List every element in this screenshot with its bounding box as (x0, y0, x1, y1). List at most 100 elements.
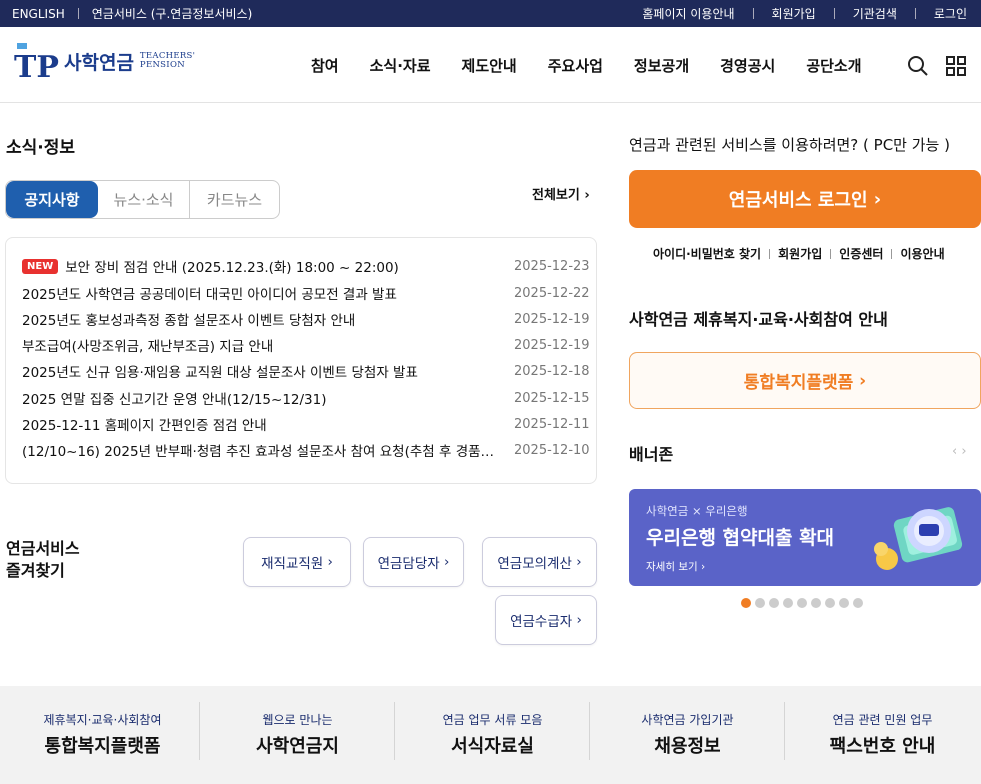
banner-zone-title: 배너존 (629, 445, 674, 464)
cert-center-link[interactable]: 인증센터 (839, 245, 883, 262)
banner-pagination (741, 598, 867, 608)
list-item[interactable]: 2025 연말 집중 신고기간 운영 안내(12/15~12/31) 2025-… (22, 388, 590, 409)
notice-title: 2025년도 사학연금 공공데이터 대국민 아이디어 공모전 결과 발표 (22, 287, 397, 303)
pagination-dot[interactable] (811, 598, 821, 608)
quick-links-bar: 제휴복지·교육·사회참여 통합복지플랫폼 웹으로 만나는 사학연금지 연금 업무… (0, 686, 981, 784)
quick-link-sub: 웹으로 만나는 (262, 713, 333, 727)
notice-date: 2025-12-23 (514, 258, 590, 274)
notice-date: 2025-12-19 (514, 337, 590, 353)
signup-sublink[interactable]: 회원가입 (778, 245, 822, 262)
favorites-title-line2: 즐겨찾기 (6, 561, 65, 580)
list-item[interactable]: (12/10~16) 2025년 반부패·청렴 추진 효과성 설문조사 참여 요… (22, 440, 590, 461)
quick-link-welfare[interactable]: 제휴복지·교육·사회참여 통합복지플랫폼 (5, 702, 200, 760)
nav-main-business[interactable]: 주요사업 (548, 55, 603, 76)
fav-button-label: 연금모의계산 (497, 556, 572, 572)
login-button-label: 연금서비스 로그인 (728, 190, 868, 211)
list-item[interactable]: 2025년도 신규 임용·재임용 교직원 대상 설문조사 이벤트 당첨자 발표 … (22, 361, 590, 382)
list-item[interactable]: 2025년도 홍보성과측정 종합 설문조사 이벤트 당첨자 안내 2025-12… (22, 309, 590, 330)
banner-arrows: ‹ › (952, 444, 967, 459)
promo-banner[interactable]: 사학연금 × 우리은행 우리은행 협약대출 확대 자세히 보기 › (629, 489, 981, 586)
divider (891, 248, 893, 259)
quick-link-sub: 제휴복지·교육·사회참여 (43, 713, 162, 727)
signup-link[interactable]: 회원가입 (772, 5, 816, 22)
utility-bar: ENGLISH 연금서비스 (구.연금정보서비스) 홈페이지 이용안내 회원가입… (0, 0, 981, 27)
pagination-dot[interactable] (783, 598, 793, 608)
divider (752, 8, 754, 19)
divider (914, 8, 916, 19)
login-link[interactable]: 로그인 (934, 5, 967, 22)
search-icon[interactable] (907, 55, 929, 81)
pension-service-link[interactable]: 연금서비스 (구.연금정보서비스) (92, 5, 253, 22)
favorites-title: 연금서비스 즐겨찾기 (6, 538, 80, 582)
tab-notice[interactable]: 공지사항 (6, 181, 98, 218)
chevron-right-icon[interactable]: › (961, 444, 966, 459)
pagination-dot[interactable] (755, 598, 765, 608)
nav-info-disclosure[interactable]: 정보공개 (634, 55, 689, 76)
banner-more-link[interactable]: 자세히 보기 › (646, 559, 705, 574)
notice-date: 2025-12-19 (514, 311, 590, 327)
chevron-right-icon: › (584, 188, 590, 203)
tab-news[interactable]: 뉴스·소식 (98, 181, 190, 218)
nav-system-guide[interactable]: 제도안내 (462, 55, 517, 76)
chevron-right-icon: › (572, 612, 582, 628)
logo-mark-text: TP (14, 50, 59, 81)
welfare-section-title: 사학연금 제휴복지·교육·사회참여 안내 (629, 310, 888, 329)
nav-about[interactable]: 공단소개 (806, 55, 861, 76)
divider (833, 8, 835, 19)
site-header: TP 사학연금 TEACHERS' PENSION 참여 소식·자료 제도안내 … (0, 27, 981, 103)
fav-pension-manager-button[interactable]: 연금담당자 › (363, 537, 464, 587)
welfare-button-label: 통합복지플랫폼 (743, 373, 854, 393)
list-item[interactable]: 2025년도 사학연금 공공데이터 대국민 아이디어 공모전 결과 발표 202… (22, 283, 590, 304)
news-section-title: 소식·정보 (6, 138, 76, 158)
divider (77, 8, 79, 19)
quick-link-jobs[interactable]: 사학연금 가입기관 채용정보 (590, 702, 785, 760)
usage-guide-link[interactable]: 이용안내 (900, 245, 944, 262)
fav-pensioner-button[interactable]: 연금수급자 › (495, 595, 597, 645)
notice-date: 2025-12-15 (514, 390, 590, 406)
divider (769, 248, 771, 259)
pagination-dot[interactable] (769, 598, 779, 608)
fav-pension-calculator-button[interactable]: 연금모의계산 › (482, 537, 597, 587)
pagination-dot[interactable] (839, 598, 849, 608)
favorites-title-line1: 연금서비스 (6, 539, 80, 558)
nav-participation[interactable]: 참여 (311, 55, 339, 76)
notice-date: 2025-12-11 (514, 416, 590, 432)
banner-more-label: 자세히 보기 (646, 561, 698, 573)
institution-search-link[interactable]: 기관검색 (853, 5, 897, 22)
quick-link-magazine[interactable]: 웹으로 만나는 사학연금지 (200, 702, 395, 760)
view-all-link[interactable]: 전체보기 › (532, 184, 590, 203)
notice-title: 보안 장비 점검 안내 (2025.12.23.(화) 18:00 ~ 22:0… (65, 260, 399, 276)
chevron-right-icon: › (571, 554, 582, 570)
notice-date: 2025-12-10 (514, 442, 590, 458)
list-item[interactable]: 부조급여(사망조위금, 재난부조금) 지급 안내 2025-12-19 (22, 335, 590, 356)
quick-link-forms[interactable]: 연금 업무 서류 모음 서식자료실 (395, 702, 590, 760)
grid-menu-icon[interactable] (945, 55, 967, 81)
quick-link-fax[interactable]: 연금 관련 민원 업무 팩스번호 안내 (785, 702, 980, 760)
notice-title: (12/10~16) 2025년 반부패·청렴 추진 효과성 설문조사 참여 요… (22, 444, 514, 460)
find-id-password-link[interactable]: 아이디·비밀번호 찾기 (653, 245, 761, 262)
fav-button-label: 연금수급자 (510, 614, 573, 630)
pagination-dot[interactable] (825, 598, 835, 608)
pension-service-login-button[interactable]: 연금서비스 로그인 › (629, 170, 981, 228)
pagination-dot-active[interactable] (741, 598, 751, 608)
quick-link-sub: 연금 업무 서류 모음 (442, 713, 543, 727)
list-item[interactable]: NEW 보안 장비 점검 안내 (2025.12.23.(화) 18:00 ~ … (22, 256, 590, 276)
quick-link-sub: 사학연금 가입기관 (641, 713, 734, 727)
divider (830, 248, 832, 259)
site-logo[interactable]: TP 사학연금 TEACHERS' PENSION (13, 41, 195, 85)
nav-news-data[interactable]: 소식·자료 (370, 55, 431, 76)
new-badge: NEW (22, 258, 59, 274)
tab-card-news[interactable]: 카드뉴스 (190, 181, 279, 218)
english-link[interactable]: ENGLISH (12, 7, 65, 21)
pagination-dot[interactable] (797, 598, 807, 608)
welfare-platform-button[interactable]: 통합복지플랫폼 › (629, 352, 981, 409)
list-item[interactable]: 2025-12-11 홈페이지 간편인증 점검 안내 2025-12-11 (22, 414, 590, 435)
site-guide-link[interactable]: 홈페이지 이용안내 (642, 5, 734, 22)
service-guide-title: 연금과 관련된 서비스를 이용하려면? ( PC만 가능 ) (629, 136, 950, 154)
main-navigation: 참여 소식·자료 제도안내 주요사업 정보공개 경영공시 공단소개 (300, 55, 862, 76)
chevron-left-icon[interactable]: ‹ (952, 444, 957, 459)
fav-current-staff-button[interactable]: 재직교직원 › (243, 537, 351, 587)
nav-management-disclosure[interactable]: 경영공시 (720, 55, 775, 76)
quick-link-main: 팩스번호 안내 (829, 736, 936, 757)
pagination-dot[interactable] (853, 598, 863, 608)
